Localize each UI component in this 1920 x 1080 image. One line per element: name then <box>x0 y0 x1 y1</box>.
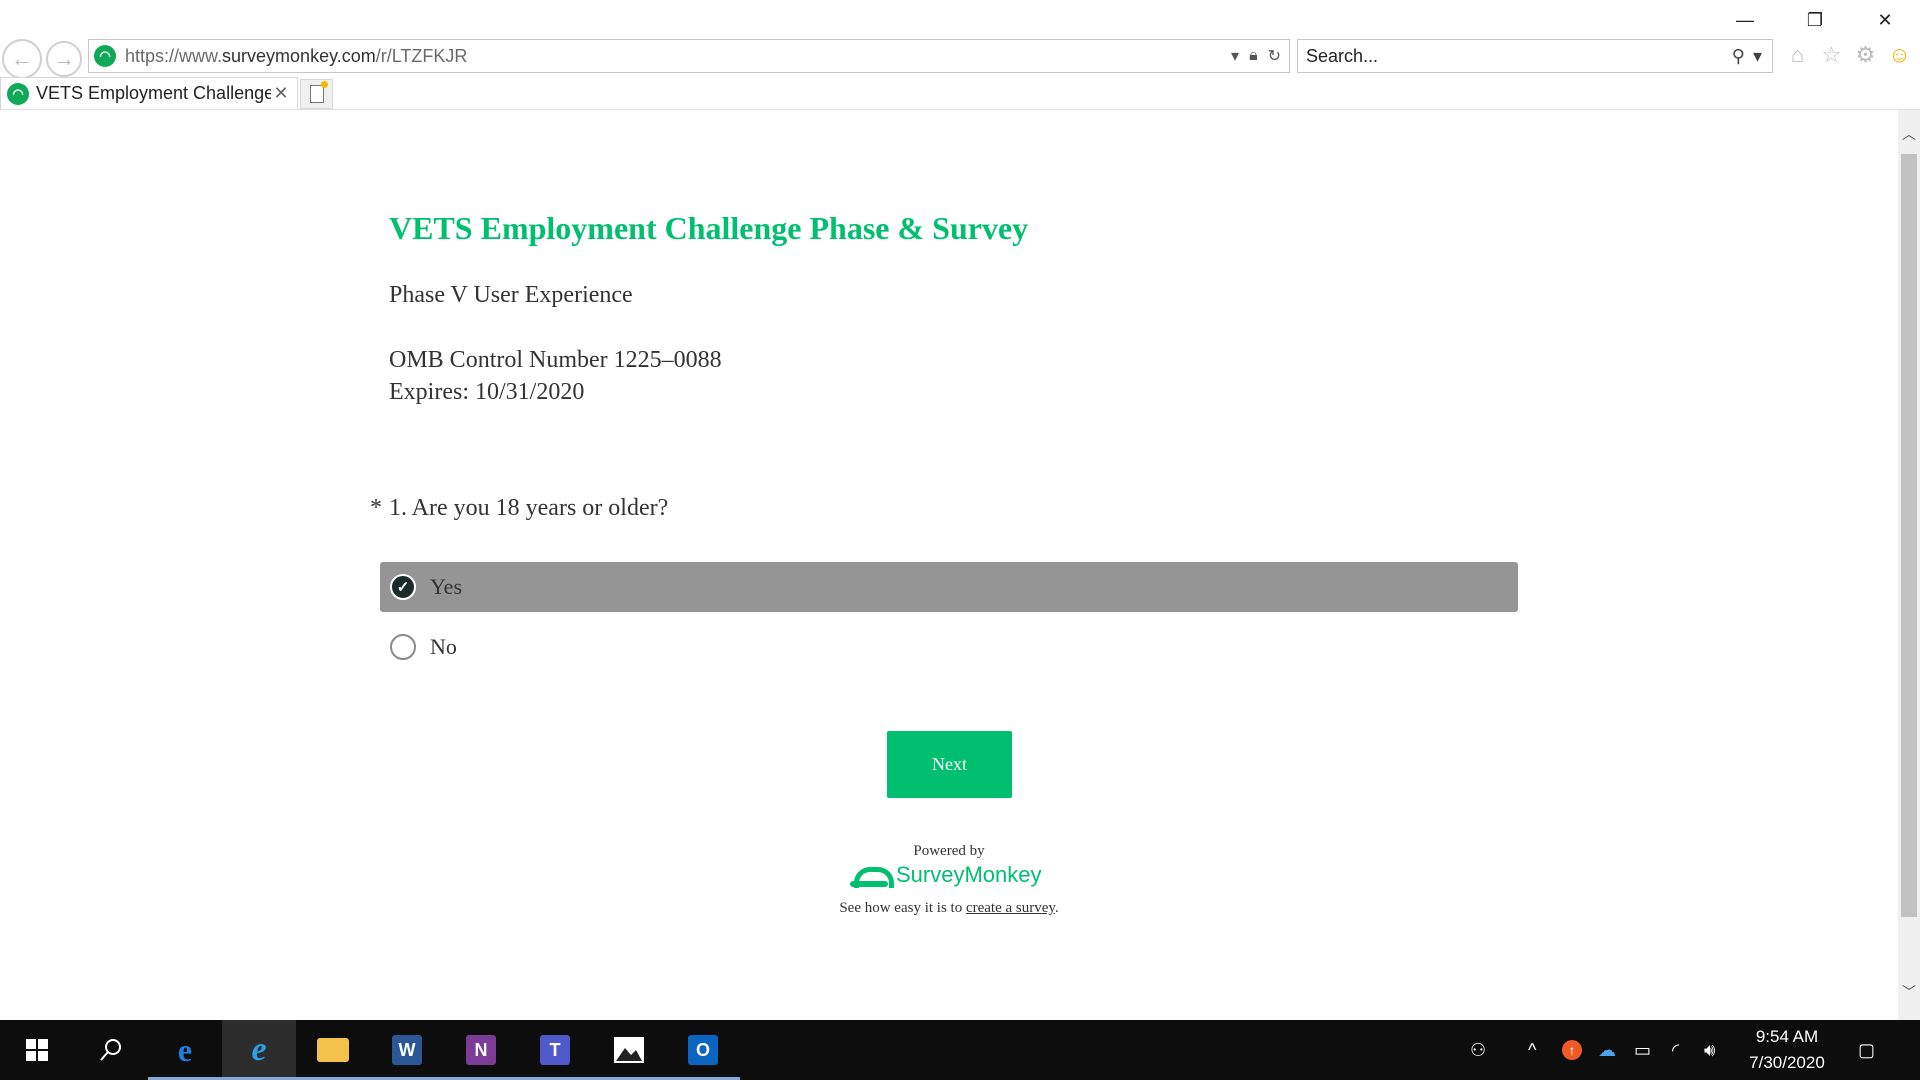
restore-button[interactable]: ❐ <box>1780 0 1850 40</box>
outlook-icon: O <box>688 1035 718 1065</box>
lock-icon[interactable]: 🔒︎ <box>1249 47 1258 65</box>
gear-icon[interactable]: ⚙ <box>1853 42 1878 67</box>
address-bar[interactable]: ◠ https://www.surveymonkey.com/r/LTZFKJR… <box>88 39 1290 73</box>
easy-prefix: See how easy it is to <box>839 900 966 916</box>
scroll-up-icon[interactable]: ︿ <box>1898 122 1920 146</box>
scroll-thumb[interactable] <box>1901 154 1917 917</box>
new-tab-icon <box>309 81 328 103</box>
browser-toolbar-icons: ⌂ ☆ ⚙ ☺ <box>1785 42 1912 67</box>
taskbar-teams[interactable]: T <box>518 1020 592 1080</box>
surveymonkey-logo-icon <box>850 863 894 888</box>
new-tab-button[interactable] <box>300 79 333 109</box>
url-text[interactable]: https://www.surveymonkey.com/r/LTZFKJR <box>125 46 1231 67</box>
surveymonkey-brand[interactable]: SurveyMonkey <box>850 862 1042 888</box>
search-icon[interactable]: ⚲ <box>1732 46 1745 67</box>
dropdown-arrow-icon[interactable]: ▾ <box>1231 46 1239 66</box>
onedrive-icon[interactable]: ☁ <box>1598 1020 1616 1080</box>
taskbar-clock[interactable]: 9:54 AM 7/30/2020 <box>1730 1024 1844 1076</box>
taskbar-edge[interactable]: e <box>148 1020 222 1080</box>
tab-active[interactable]: ◠ VETS Employment Challenge... ✕ <box>0 77 298 109</box>
taskbar-onenote[interactable]: N <box>444 1020 518 1080</box>
survey-title: VETS Employment Challenge Phase & Survey <box>389 210 1029 246</box>
arrow-right-icon: → <box>53 46 75 71</box>
easy-suffix: . <box>1054 900 1059 916</box>
show-hidden-icons-icon[interactable]: ^ <box>1528 1020 1536 1080</box>
taskbar-search-button[interactable] <box>74 1020 148 1080</box>
url-domain: surveymonkey.com <box>222 45 376 66</box>
url-prefix: https://www. <box>125 45 223 66</box>
close-tab-icon[interactable]: ✕ <box>271 83 291 104</box>
vertical-scrollbar[interactable]: ︿ ﹀ <box>1898 110 1920 1020</box>
taskbar-internet-explorer[interactable]: e <box>222 1020 296 1080</box>
radio-empty-icon[interactable] <box>390 634 416 660</box>
clock-date: 7/30/2020 <box>1749 1053 1825 1072</box>
search-icon <box>100 1039 121 1061</box>
option-label: Yes <box>430 574 463 599</box>
wifi-icon[interactable]: ◜ <box>1672 1020 1679 1080</box>
browser-chrome: — ❐ ✕ ← → ◠ https://www.surveymonkey.com… <box>0 0 1920 110</box>
question-text: 1. Are you 18 years or older? <box>389 495 669 521</box>
edge-icon: e <box>177 1031 193 1068</box>
survey-subtitle: Phase V User Experience <box>389 282 633 308</box>
surveymonkey-favicon: ◠ <box>7 82 29 105</box>
required-marker: * <box>370 495 382 521</box>
start-button[interactable] <box>0 1020 74 1080</box>
next-button[interactable]: Next <box>887 731 1012 798</box>
taskbar-photos[interactable] <box>592 1020 666 1080</box>
search-input[interactable] <box>1298 45 1732 67</box>
search-box: ⚲ ▾ <box>1297 39 1773 73</box>
survey-page: VETS Employment Challenge Phase & Survey… <box>0 110 1898 1020</box>
taskbar: e e W N T O <box>0 1020 1920 1080</box>
search-dropdown-icon[interactable]: ▾ <box>1753 46 1762 67</box>
close-button[interactable]: ✕ <box>1850 0 1920 40</box>
back-button[interactable]: ← <box>2 39 42 79</box>
checkmark-radio-icon[interactable]: ✓ <box>390 574 416 600</box>
volume-icon[interactable]: 🔊︎ <box>1704 1020 1715 1080</box>
update-arrow-icon[interactable]: ↑ <box>1562 1020 1582 1080</box>
folder-icon <box>317 1038 349 1062</box>
feedback-smiley-icon[interactable]: ☺ <box>1887 42 1912 67</box>
tab-title: VETS Employment Challenge... <box>36 83 271 103</box>
create-survey-link[interactable]: create a survey <box>966 900 1055 916</box>
battery-icon[interactable]: ▭ <box>1634 1020 1651 1080</box>
url-path: /r/LTZFKJR <box>375 45 468 66</box>
omb-control-number: OMB Control Number 1225–0088 <box>389 347 722 373</box>
internet-explorer-icon: e <box>251 1031 267 1068</box>
arrow-left-icon: ← <box>11 46 33 71</box>
home-icon[interactable]: ⌂ <box>1785 42 1810 67</box>
brand-name: SurveyMonkey <box>896 862 1042 887</box>
people-icon[interactable]: ⚇ <box>1470 1020 1486 1080</box>
photos-icon <box>614 1037 644 1063</box>
favorites-star-icon[interactable]: ☆ <box>1819 42 1844 67</box>
option-label: No <box>430 634 457 659</box>
windows-logo-icon <box>26 1039 48 1061</box>
create-survey-line: See how easy it is to create a survey. <box>760 900 1138 917</box>
taskbar-file-explorer[interactable] <box>296 1020 370 1080</box>
minimize-button[interactable]: — <box>1710 0 1780 40</box>
taskbar-word[interactable]: W <box>370 1020 444 1080</box>
clock-time: 9:54 AM <box>1755 1027 1819 1046</box>
option-no[interactable]: No <box>380 622 1518 672</box>
option-yes[interactable]: ✓ Yes <box>380 562 1518 612</box>
refresh-icon[interactable]: ↻ <box>1268 46 1281 66</box>
scroll-down-icon[interactable]: ﹀ <box>1898 980 1920 1004</box>
taskbar-outlook[interactable]: O <box>666 1020 740 1080</box>
action-center-icon[interactable]: ▢ <box>1858 1020 1875 1080</box>
expiration-date: Expires: 10/31/2020 <box>389 379 585 405</box>
teams-icon: T <box>540 1035 570 1065</box>
surveymonkey-favicon: ◠ <box>94 45 116 67</box>
window-controls: — ❐ ✕ <box>1710 0 1920 40</box>
onenote-icon: N <box>466 1035 496 1065</box>
forward-button[interactable]: → <box>46 41 82 77</box>
omb-info: OMB Control Number 1225–0088 Expires: 10… <box>389 344 722 408</box>
word-icon: W <box>392 1035 422 1065</box>
powered-by-text: Powered by <box>913 843 985 859</box>
